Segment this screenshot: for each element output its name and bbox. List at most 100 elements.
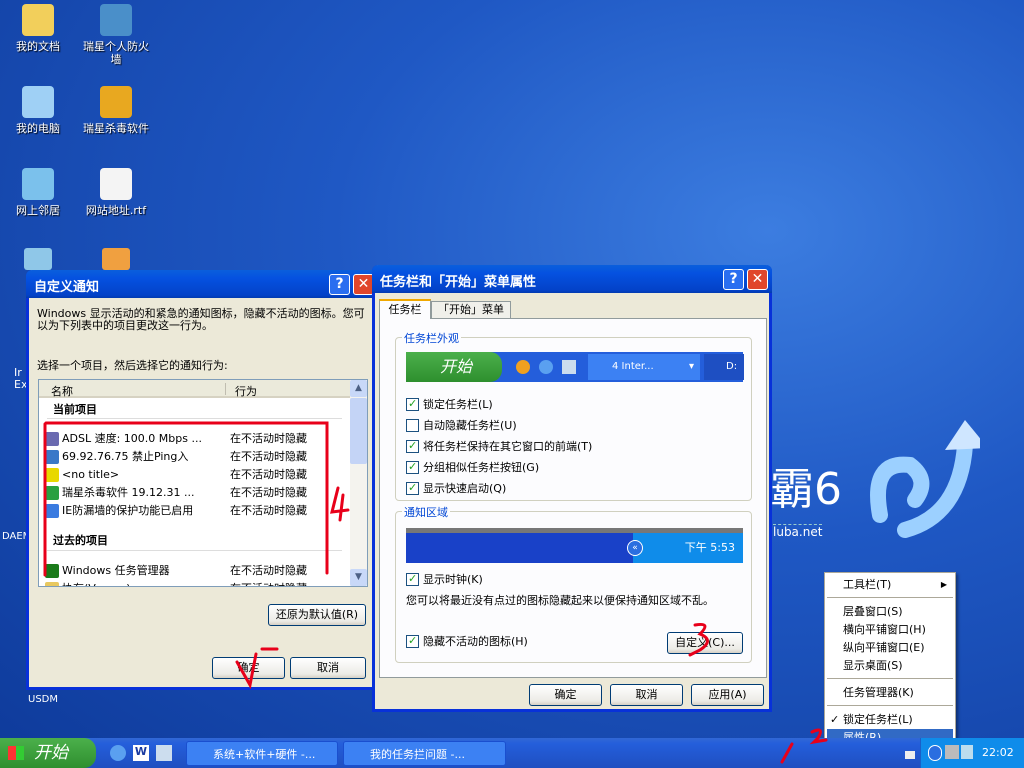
prompt-text: 选择一个项目，然后选择它的通知行为: bbox=[37, 359, 228, 372]
tab-taskbar[interactable]: 任务栏 bbox=[379, 299, 431, 319]
menu-item-tile-horizontal[interactable]: 横向平铺窗口(H) bbox=[827, 621, 953, 639]
firewall-icon bbox=[100, 4, 132, 36]
scroll-thumb[interactable] bbox=[350, 398, 367, 464]
start-button[interactable]: 开始 bbox=[0, 738, 96, 768]
item-behavior[interactable]: 在不活动时隐藏 bbox=[230, 562, 307, 580]
list-item[interactable]: 瑞星杀毒软件 19.12.31 ... 在不活动时隐藏 bbox=[45, 484, 367, 502]
taskbar-option-checkbox[interactable]: 显示快速启动(Q) bbox=[406, 481, 506, 495]
title-bar[interactable]: 任务栏和「开始」菜单属性 ? ✕ bbox=[372, 265, 772, 293]
app-quicklaunch-icon[interactable] bbox=[156, 745, 172, 761]
check-icon: ✓ bbox=[830, 713, 840, 726]
item-behavior[interactable]: 在不活动时隐藏 bbox=[230, 580, 307, 586]
item-name: <no title> bbox=[62, 468, 120, 481]
clock[interactable]: 22:02 bbox=[982, 746, 1014, 759]
tray-area: « 下午 5:53 bbox=[627, 533, 743, 563]
item-name: 协存(Ve... ...) bbox=[62, 582, 131, 586]
taskbar-option-checkbox[interactable]: 锁定任务栏(L) bbox=[406, 397, 493, 411]
desktop-icon-my-documents[interactable]: 我的文档 bbox=[0, 2, 78, 53]
expand-tray-icon: « bbox=[627, 540, 643, 556]
scroll-down-button[interactable]: ▼ bbox=[350, 569, 367, 586]
menu-item-toolbars[interactable]: 工具栏(T) ▶ bbox=[827, 576, 953, 594]
section-header: 当前项目 bbox=[53, 403, 97, 416]
close-button[interactable]: ✕ bbox=[747, 269, 768, 290]
title-bar[interactable]: 自定义通知 ? ✕ bbox=[26, 270, 378, 298]
hide-inactive-checkbox[interactable]: 隐藏不活动的图标(H) bbox=[406, 634, 528, 648]
menu-label: 工具栏(T) bbox=[843, 578, 892, 591]
media-player-icon bbox=[516, 360, 530, 374]
customize-button[interactable]: 自定义(C)... bbox=[667, 632, 743, 654]
menu-item-lock-taskbar[interactable]: ✓ 锁定任务栏(L) bbox=[827, 711, 953, 729]
desktop-icon-antivirus[interactable]: 瑞星杀毒软件 bbox=[76, 84, 156, 135]
menu-item-tile-vertical[interactable]: 纵向平铺窗口(E) bbox=[827, 639, 953, 657]
show-clock-checkbox[interactable]: 显示时钟(K) bbox=[406, 572, 483, 586]
item-behavior[interactable]: 在不活动时隐藏 bbox=[230, 466, 307, 484]
desktop-icon-firewall[interactable]: 瑞星个人防火墙 bbox=[76, 2, 156, 66]
column-name[interactable]: 名称 bbox=[51, 383, 73, 399]
help-button[interactable]: ? bbox=[329, 274, 350, 295]
list-item[interactable]: Windows 任务管理器 在不活动时隐藏 bbox=[45, 562, 367, 580]
tab-pane: 任务栏外观 开始 4 Inter... ▾ D: 锁定任务栏(L) 自动隐藏任务栏(… bbox=[379, 318, 767, 678]
ie-quicklaunch-icon[interactable] bbox=[110, 745, 126, 761]
expand-tray-icon[interactable] bbox=[928, 745, 942, 761]
desktop-icon-my-computer[interactable]: 我的电脑 bbox=[0, 84, 78, 135]
divider bbox=[47, 418, 342, 419]
cancel-button[interactable]: 取消 bbox=[610, 684, 683, 706]
cancel-button[interactable]: 取消 bbox=[290, 657, 366, 679]
menu-item-cascade[interactable]: 层叠窗口(S) bbox=[827, 603, 953, 621]
keyboard-tray-icon[interactable] bbox=[905, 751, 915, 759]
word-quicklaunch-icon[interactable]: W bbox=[133, 745, 149, 761]
item-behavior[interactable]: 在不活动时隐藏 bbox=[230, 430, 307, 448]
desktop-icon-network[interactable]: 网上邻居 bbox=[0, 166, 78, 217]
item-icon bbox=[45, 564, 59, 578]
ok-button[interactable]: 确定 bbox=[212, 657, 285, 679]
menu-item-show-desktop[interactable]: 显示桌面(S) bbox=[827, 657, 953, 675]
network-icon bbox=[22, 168, 54, 200]
network-tray-icon[interactable] bbox=[945, 745, 959, 759]
menu-separator bbox=[827, 678, 953, 679]
item-icon bbox=[45, 432, 59, 446]
preview-clock: 下午 5:53 bbox=[684, 541, 735, 554]
desktop-icon-rtf[interactable]: 网站地址.rtf bbox=[76, 166, 156, 217]
icon-label: 网上邻居 bbox=[16, 204, 60, 217]
list-item[interactable]: IE防漏墙的保护功能已启用 在不活动时隐藏 bbox=[45, 502, 367, 520]
item-name: ADSL 速度: 100.0 Mbps ... bbox=[62, 432, 202, 445]
list-item[interactable]: 协存(Ve... ...) 在不活动时隐藏 bbox=[45, 580, 367, 586]
column-divider bbox=[225, 383, 226, 395]
taskbar-button[interactable]: 系统+软件+硬件 -... bbox=[186, 741, 338, 766]
scrollbar[interactable]: ▲ ▼ bbox=[350, 380, 367, 586]
taskbar-button[interactable]: 我的任务拦问题 -... bbox=[343, 741, 506, 766]
dialog-title: 任务栏和「开始」菜单属性 bbox=[380, 275, 537, 290]
item-icon bbox=[45, 504, 59, 518]
hint-text: 您可以将最近没有点过的图标隐藏起来以便保持通知区域不乱。 bbox=[406, 594, 714, 607]
restore-defaults-button[interactable]: 还原为默认值(R) bbox=[268, 604, 366, 626]
notification-list[interactable]: 名称 行为 当前项目 ADSL 速度: 100.0 Mbps ... 在不活动时隐… bbox=[38, 379, 368, 587]
taskbar-option-checkbox[interactable]: 将任务栏保持在其它窗口的前端(T) bbox=[406, 439, 592, 453]
item-name: Windows 任务管理器 bbox=[62, 564, 170, 577]
menu-separator bbox=[827, 597, 953, 598]
preview-start-button: 开始 bbox=[406, 352, 502, 382]
apply-button[interactable]: 应用(A) bbox=[691, 684, 764, 706]
icon-label: 我的文档 bbox=[16, 40, 60, 53]
help-button[interactable]: ? bbox=[723, 269, 744, 290]
icon-label: 瑞星杀毒软件 bbox=[83, 122, 149, 135]
taskbar-option-checkbox[interactable]: 分组相似任务栏按钮(G) bbox=[406, 460, 539, 474]
tab-start-menu[interactable]: 「开始」菜单 bbox=[431, 301, 511, 319]
firewall-tray-icon[interactable] bbox=[961, 745, 973, 759]
item-behavior[interactable]: 在不活动时隐藏 bbox=[230, 502, 307, 520]
scroll-up-button[interactable]: ▲ bbox=[350, 380, 367, 397]
item-behavior[interactable]: 在不活动时隐藏 bbox=[230, 484, 307, 502]
column-behavior[interactable]: 行为 bbox=[235, 383, 257, 399]
close-button[interactable]: ✕ bbox=[353, 274, 374, 295]
list-item[interactable]: 69.92.76.75 禁止Ping入 在不活动时隐藏 bbox=[45, 448, 367, 466]
item-behavior[interactable]: 在不活动时隐藏 bbox=[230, 448, 307, 466]
app-icon[interactable] bbox=[102, 248, 130, 270]
recycle-bin-icon[interactable] bbox=[24, 248, 52, 270]
menu-item-task-manager[interactable]: 任务管理器(K) bbox=[827, 684, 953, 702]
list-item[interactable]: <no title> 在不活动时隐藏 bbox=[45, 466, 367, 484]
ok-button[interactable]: 确定 bbox=[529, 684, 602, 706]
taskbar-option-checkbox[interactable]: 自动隐藏任务栏(U) bbox=[406, 419, 517, 432]
start-label: 开始 bbox=[34, 743, 68, 763]
list-item[interactable]: ADSL 速度: 100.0 Mbps ... 在不活动时隐藏 bbox=[45, 430, 367, 448]
task-label: 4 Inter... bbox=[612, 361, 654, 372]
rtf-document-icon bbox=[100, 168, 132, 200]
